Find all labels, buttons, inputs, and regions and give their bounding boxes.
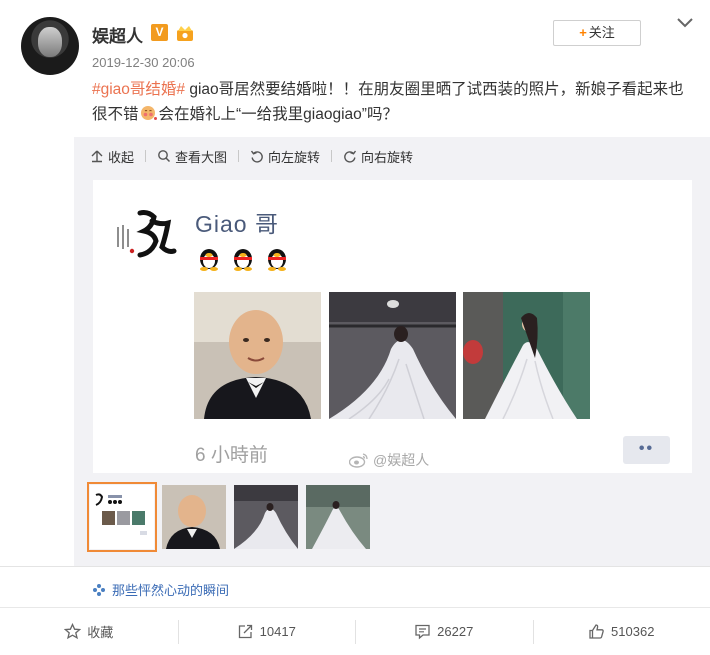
penguin-icon xyxy=(268,249,286,271)
rotate-right-button[interactable]: 向右旋转 xyxy=(343,147,413,166)
topic-label: 那些怦然心动的瞬间 xyxy=(112,583,230,598)
post-body-part2: 会在婚礼上“一给我里giaogiao”吗？ xyxy=(158,106,398,123)
weibo-logo-icon xyxy=(349,453,368,468)
calligraphy-avatar-image xyxy=(117,210,177,258)
collapse-up-icon xyxy=(91,150,103,163)
thumbs-up-icon xyxy=(589,624,604,639)
view-large-button[interactable]: 查看大图 xyxy=(157,147,227,166)
rotate-right-label: 向右旋转 xyxy=(361,149,414,165)
follow-label: 关注 xyxy=(588,25,615,40)
rotate-left-icon xyxy=(250,150,263,163)
penguin-icons xyxy=(195,245,291,271)
penguin-icon xyxy=(234,249,252,271)
rotate-left-label: 向左旋转 xyxy=(268,149,321,165)
topic-link[interactable]: 那些怦然心动的瞬间 xyxy=(92,580,229,599)
favorite-button[interactable]: 收藏 xyxy=(0,608,178,655)
collapse-button[interactable]: 收起 xyxy=(90,147,134,166)
thumbnail-1[interactable] xyxy=(87,482,157,552)
photo-bride-gown xyxy=(329,292,456,419)
like-button[interactable]: 510362 xyxy=(532,608,710,655)
verified-badge-icon: V xyxy=(151,24,168,41)
favorite-label: 收藏 xyxy=(87,625,114,640)
thumbnail-2[interactable] xyxy=(162,485,226,549)
toolbar-separator xyxy=(238,150,240,162)
hashtag-link[interactable]: #giao哥结婚# xyxy=(92,81,185,98)
comment-icon xyxy=(415,624,430,640)
media-toolbar: 收起 查看大图 向左旋转 向右旋转 xyxy=(90,146,413,166)
more-options-button[interactable]: •• xyxy=(623,436,670,464)
thumbnail-4[interactable] xyxy=(306,485,370,549)
view-large-label: 查看大图 xyxy=(175,149,228,165)
comment-count: 26227 xyxy=(437,624,474,639)
watermark-text: @娱超人 xyxy=(373,452,430,468)
rotate-left-button[interactable]: 向左旋转 xyxy=(250,147,320,166)
member-crown-icon xyxy=(177,26,193,41)
qq-post-time: 6 小時前 xyxy=(195,445,268,466)
weibo-watermark: @娱超人 xyxy=(349,450,429,470)
qq-display-name: Giao 哥 xyxy=(195,211,279,237)
share-icon xyxy=(238,624,252,639)
repost-count: 10417 xyxy=(259,624,296,639)
search-icon xyxy=(158,150,171,163)
rotate-right-icon xyxy=(344,150,357,163)
section-divider xyxy=(0,566,710,567)
post-text: #giao哥结婚# giao哥居然要结婚啦！！在朋友圈里晒了试西装的照片，新娘子… xyxy=(92,77,692,127)
collapse-label: 收起 xyxy=(108,149,135,165)
username[interactable]: 娱超人 xyxy=(92,22,143,47)
action-bar: 收藏 10417 26227 510362 xyxy=(0,607,710,655)
blush-emoji-icon xyxy=(140,106,157,120)
repost-button[interactable]: 10417 xyxy=(177,608,356,655)
like-count: 510362 xyxy=(611,624,655,639)
toolbar-separator xyxy=(331,150,333,162)
plus-icon: + xyxy=(579,25,587,40)
comment-button[interactable]: 26227 xyxy=(355,608,533,655)
follow-button[interactable]: + 关注 xyxy=(553,20,641,46)
thumbnail-strip xyxy=(87,482,370,552)
flower-topic-icon xyxy=(93,583,105,596)
penguin-icon xyxy=(200,249,218,271)
photo-bride-standing xyxy=(463,292,590,419)
avatar[interactable] xyxy=(21,17,79,75)
toolbar-separator xyxy=(145,150,147,162)
post-timestamp[interactable]: 2019-12-30 20:06 xyxy=(92,55,195,70)
thumbnail-3[interactable] xyxy=(234,485,298,549)
photo-groom-suit xyxy=(194,292,321,419)
chevron-down-icon[interactable] xyxy=(676,16,694,30)
star-icon xyxy=(64,623,82,640)
